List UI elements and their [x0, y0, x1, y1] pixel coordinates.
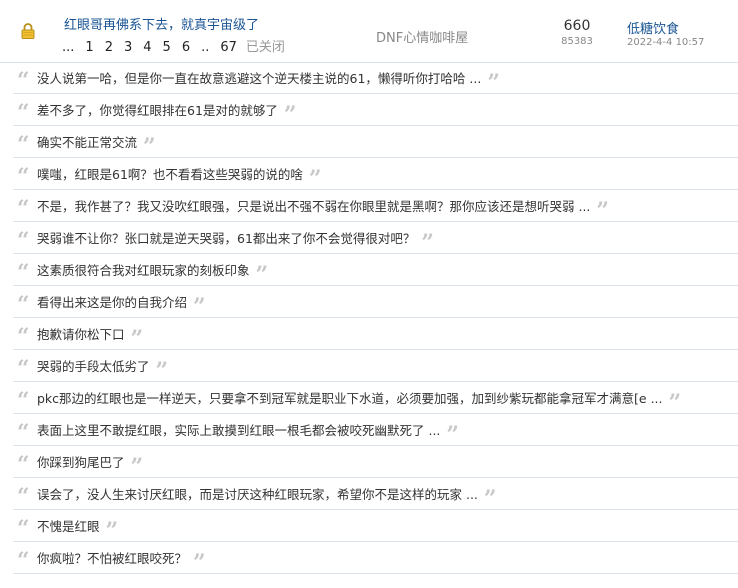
- close-quote-icon: ”: [596, 197, 610, 222]
- close-quote-icon: ”: [483, 485, 497, 510]
- post-date[interactable]: 2022-4-4 10:57: [627, 37, 704, 48]
- reply-item[interactable]: “ 表面上这里不敢提红眼，实际上敢摸到红眼一根毛都会被咬死幽默死了 ... ”: [13, 414, 738, 446]
- open-quote-icon: “: [17, 132, 30, 158]
- closed-label: 已关闭: [245, 40, 285, 55]
- open-quote-icon: “: [17, 196, 30, 222]
- reply-text[interactable]: 差不多了，你觉得红眼排在61是对的就够了: [37, 100, 278, 119]
- page-links: ... 1 2 3 4 5 6.. 67 已关闭: [62, 36, 296, 55]
- reply-list: “ 没人说第一哈，但是你一直在故意逃避这个逆天楼主说的61，懒得听你打哈哈 ...…: [13, 62, 738, 574]
- view-count: 85383: [561, 36, 593, 47]
- open-quote-icon: “: [17, 228, 30, 254]
- open-quote-icon: “: [17, 324, 30, 350]
- reply-item[interactable]: “ 这素质很符合我对红眼玩家的刻板印象 ”: [13, 254, 738, 286]
- reply-text[interactable]: 不愧是红眼: [37, 516, 100, 535]
- reply-item[interactable]: “ pkc那边的红眼也是一样逆天，只要拿不到冠军就是职业下水道，必须要加强，加到纱…: [13, 382, 738, 414]
- reply-text[interactable]: pkc那边的红眼也是一样逆天，只要拿不到冠军就是职业下水道，必须要加强，加到纱紫…: [37, 388, 663, 407]
- open-quote-icon: “: [17, 516, 30, 542]
- reply-text[interactable]: 表面上这里不敢提红眼，实际上敢摸到红眼一根毛都会被咬死幽默死了 ...: [37, 420, 440, 439]
- reply-item[interactable]: “ 差不多了，你觉得红眼排在61是对的就够了 ”: [13, 94, 738, 126]
- page-link[interactable]: 67: [220, 40, 237, 55]
- close-quote-icon: ”: [668, 389, 682, 414]
- thread-title[interactable]: 红眼哥再佛系下去，就真宇宙级了: [64, 14, 259, 33]
- lock-icon: [21, 23, 35, 39]
- open-quote-icon: “: [17, 260, 30, 286]
- close-quote-icon: ”: [155, 357, 169, 382]
- reply-text[interactable]: 哭弱的手段太低劣了: [37, 356, 150, 375]
- reply-item[interactable]: “ 不是，我作甚了？我又没吹红眼强，只是说出不强不弱在你眼里就是黑啊？那你应该还是…: [13, 190, 738, 222]
- page-link[interactable]: 2: [105, 40, 113, 55]
- reply-text[interactable]: 不是，我作甚了？我又没吹红眼强，只是说出不强不弱在你眼里就是黑啊？那你应该还是想…: [37, 196, 590, 215]
- close-quote-icon: ”: [130, 453, 144, 478]
- reply-text[interactable]: 噗嗤，红眼是61啊？也不看看这些哭弱的说的啥: [37, 164, 303, 183]
- reply-text[interactable]: 你踩到狗尾巴了: [37, 452, 125, 471]
- reply-item[interactable]: “ 没人说第一哈，但是你一直在故意逃避这个逆天楼主说的61，懒得听你打哈哈 ...…: [13, 62, 738, 94]
- page-link[interactable]: 3: [124, 40, 132, 55]
- page-link[interactable]: ..: [201, 40, 209, 55]
- reply-item[interactable]: “ 你踩到狗尾巴了 ”: [13, 446, 738, 478]
- open-quote-icon: “: [17, 356, 30, 382]
- reply-item[interactable]: “ 看得出来这是你的自我介绍 ”: [13, 286, 738, 318]
- page-link[interactable]: ...: [62, 40, 74, 55]
- reply-text[interactable]: 误会了，没人生来讨厌红眼，而是讨厌这种红眼玩家，希望你不是这样的玩家 ...: [37, 484, 478, 503]
- reply-text[interactable]: 看得出来这是你的自我介绍: [37, 292, 187, 311]
- page-link[interactable]: 4: [143, 40, 151, 55]
- reply-item[interactable]: “ 不愧是红眼 ”: [13, 510, 738, 542]
- reply-count[interactable]: 660: [560, 18, 594, 34]
- reply-item[interactable]: “ 哭弱的手段太低劣了 ”: [13, 350, 738, 382]
- open-quote-icon: “: [17, 292, 30, 318]
- reply-item[interactable]: “ 抱歉请你松下口 ”: [13, 318, 738, 350]
- thread-list: 红眼哥再佛系下去，就真宇宙级了 ... 1 2 3 4 5 6.. 67 已关闭 DNF心情咖啡…: [0, 0, 738, 588]
- reply-text[interactable]: 没人说第一哈，但是你一直在故意逃避这个逆天楼主说的61，懒得听你打哈哈 ...: [37, 68, 481, 87]
- reply-item[interactable]: “ 哭弱谁不让你？张口就是逆天哭弱，61都出来了你不会觉得很对吧？ ”: [13, 222, 738, 254]
- close-quote-icon: ”: [283, 101, 297, 126]
- reply-item[interactable]: “ 误会了，没人生来讨厌红眼，而是讨厌这种红眼玩家，希望你不是这样的玩家 ... ”: [13, 478, 738, 510]
- reply-item[interactable]: “ 你疯啦？不怕被红眼咬死？ ”: [13, 542, 738, 574]
- open-quote-icon: “: [17, 548, 30, 574]
- reply-text[interactable]: 这素质很符合我对红眼玩家的刻板印象: [37, 260, 250, 279]
- close-quote-icon: ”: [487, 69, 500, 94]
- open-quote-icon: “: [17, 100, 30, 126]
- close-quote-icon: ”: [308, 165, 322, 190]
- thread-row: 红眼哥再佛系下去，就真宇宙级了 ... 1 2 3 4 5 6.. 67 已关闭 DNF心情咖啡…: [0, 0, 738, 63]
- close-quote-icon: ”: [143, 133, 156, 158]
- forum-name[interactable]: DNF心情咖啡屋: [376, 27, 468, 46]
- close-quote-icon: ”: [255, 261, 269, 286]
- close-quote-icon: ”: [421, 229, 435, 254]
- reply-item[interactable]: “ 噗嗤，红眼是61啊？也不看看这些哭弱的说的啥 ”: [13, 158, 738, 190]
- author-name[interactable]: 低糖饮食: [627, 18, 679, 37]
- close-quote-icon: ”: [446, 421, 460, 446]
- page-link[interactable]: 1: [85, 40, 93, 55]
- open-quote-icon: “: [17, 164, 30, 190]
- close-quote-icon: ”: [193, 293, 206, 318]
- reply-text[interactable]: 确实不能正常交流: [37, 132, 137, 151]
- close-quote-icon: ”: [130, 325, 144, 350]
- page-link[interactable]: 6: [182, 40, 190, 55]
- open-quote-icon: “: [17, 388, 30, 414]
- reply-item[interactable]: “ 确实不能正常交流 ”: [13, 126, 738, 158]
- page-link[interactable]: 5: [163, 40, 171, 55]
- open-quote-icon: “: [17, 420, 30, 446]
- close-quote-icon: ”: [105, 517, 119, 542]
- reply-text[interactable]: 抱歉请你松下口: [37, 324, 125, 343]
- close-quote-icon: ”: [193, 549, 206, 574]
- open-quote-icon: “: [17, 452, 30, 478]
- reply-text[interactable]: 你疯啦？不怕被红眼咬死？: [37, 548, 187, 567]
- reply-text[interactable]: 哭弱谁不让你？张口就是逆天哭弱，61都出来了你不会觉得很对吧？: [37, 228, 415, 247]
- open-quote-icon: “: [17, 68, 30, 94]
- open-quote-icon: “: [17, 484, 30, 510]
